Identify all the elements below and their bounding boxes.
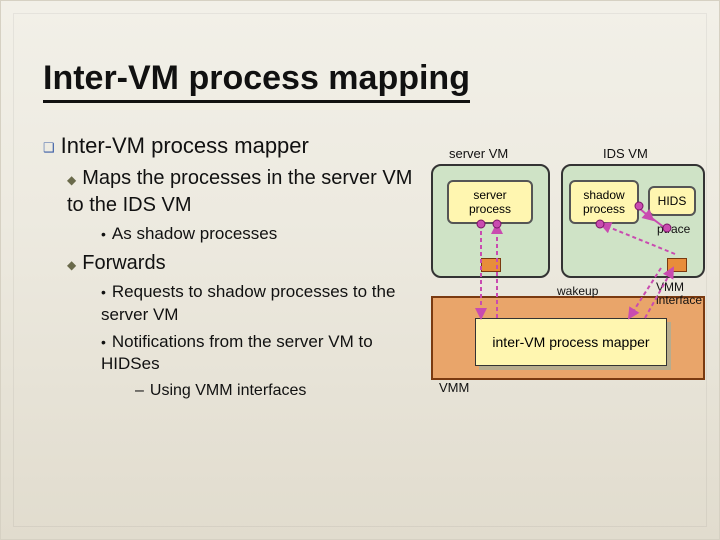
vm-port-icon	[667, 258, 687, 272]
diamond-bullet-icon: ◆	[67, 258, 76, 272]
bullet-text: As shadow processes	[112, 224, 277, 243]
server-process-box: server process	[447, 180, 533, 224]
slide: Inter-VM process mapping ❑ Inter-VM proce…	[0, 0, 720, 540]
bullet-level2: •Requests to shadow processes to the ser…	[101, 281, 413, 327]
bullet-list: ❑Inter-VM process mapper ◆Maps the proce…	[43, 131, 413, 406]
bullet-text: Requests to shadow processes to the serv…	[101, 282, 395, 324]
bullet-level2: •Notifications from the server VM to HID…	[101, 331, 413, 377]
server-process-label: server process	[453, 188, 527, 216]
bullet-text: Inter-VM process mapper	[61, 133, 309, 158]
dot-bullet-icon: •	[101, 334, 106, 350]
label-vmm: VMM	[439, 380, 469, 395]
shadow-process-label: shadow process	[575, 188, 633, 216]
dot-bullet-icon: •	[101, 284, 106, 300]
hids-box: HIDS	[648, 186, 696, 216]
diamond-bullet-icon: ◆	[67, 173, 76, 187]
hids-label: HIDS	[658, 194, 687, 208]
mapper-label: inter-VM process mapper	[492, 334, 649, 350]
architecture-diagram: server VM IDS VM VMM server process shad…	[431, 146, 701, 426]
dot-bullet-icon: •	[101, 226, 106, 242]
square-bullet-icon: ❑	[43, 140, 55, 155]
bullet-text: Forwards	[82, 252, 165, 274]
bullet-level1: ◆Maps the processes in the server VM to …	[67, 165, 413, 219]
bullet-level0: ❑ Inter-VM process mapper	[43, 131, 413, 161]
ids-vm-box: shadow process HIDS	[561, 164, 705, 278]
label-vmm-interface: VMM interface	[656, 281, 706, 307]
bullet-level1: ◆ Forwards	[67, 250, 413, 277]
slide-title: Inter-VM process mapping	[43, 59, 470, 103]
server-vm-box: server process	[431, 164, 550, 278]
label-ptrace: ptrace	[657, 222, 690, 236]
bullet-level3: –Using VMM interfaces	[135, 380, 413, 402]
vm-port-icon	[481, 258, 501, 272]
bullet-level2: • As shadow processes	[101, 223, 413, 246]
label-server-vm: server VM	[449, 146, 508, 161]
inter-vm-process-mapper-box: inter-VM process mapper	[475, 318, 667, 366]
shadow-process-box: shadow process	[569, 180, 639, 224]
label-wakeup: wakeup	[557, 284, 598, 298]
bullet-text: Maps the processes in the server VM to t…	[67, 167, 412, 216]
label-ids-vm: IDS VM	[603, 146, 648, 161]
bullet-text: Using VMM interfaces	[150, 382, 307, 399]
dash-bullet-icon: –	[135, 382, 144, 399]
bullet-text: Notifications from the server VM to HIDS…	[101, 332, 373, 374]
